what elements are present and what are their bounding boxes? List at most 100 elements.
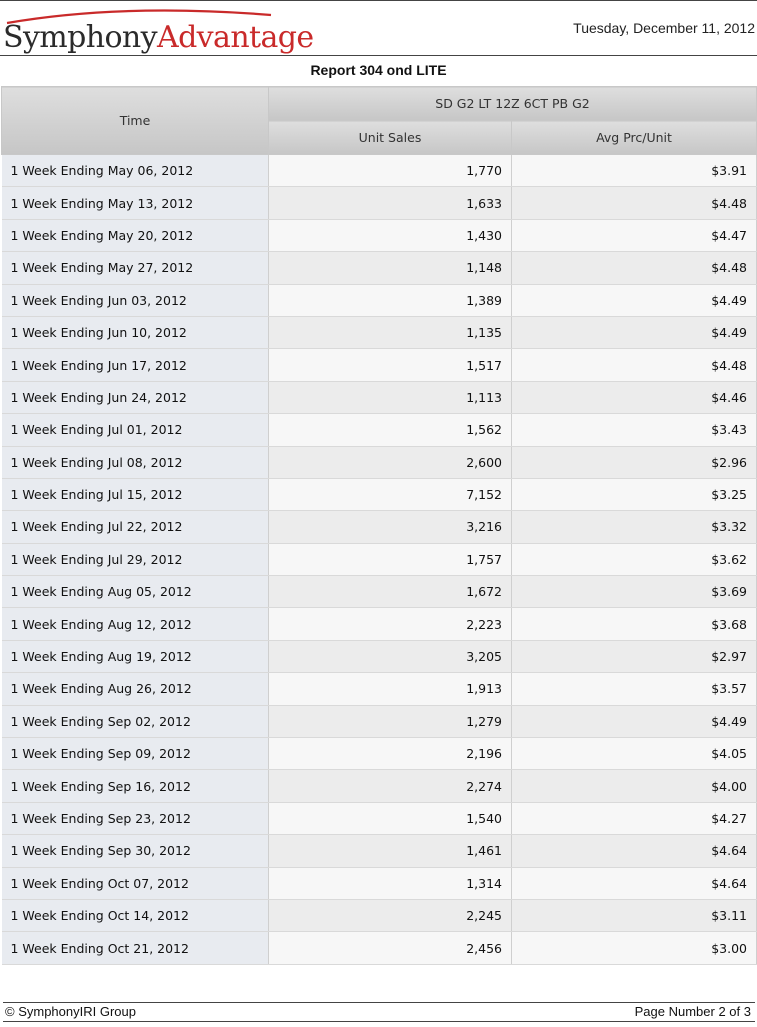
avg-price-cell: $4.48 (511, 186, 757, 220)
table-row: 1 Week Ending Oct 14, 2012 2,245 $3.11 (1, 898, 757, 933)
unit-sales-cell: 2,245 (268, 898, 512, 933)
time-cell: 1 Week Ending Aug 12, 2012 (1, 607, 269, 641)
avg-price-cell: $4.49 (511, 704, 757, 739)
time-cell: 1 Week Ending Aug 26, 2012 (1, 672, 269, 706)
avg-price-cell: $4.05 (511, 737, 757, 771)
avg-price-cell: $3.25 (511, 477, 757, 512)
unit-sales-cell: 1,913 (268, 672, 512, 706)
avg-price-cell: $4.46 (511, 380, 757, 415)
unit-sales-cell: 7,152 (268, 477, 512, 512)
unit-sales-header: Unit Sales (268, 120, 512, 155)
table-row: 1 Week Ending Sep 23, 2012 1,540 $4.27 (1, 801, 757, 836)
unit-sales-cell: 2,456 (268, 931, 512, 965)
time-cell: 1 Week Ending Jun 17, 2012 (1, 348, 269, 382)
time-cell: 1 Week Ending Jun 03, 2012 (1, 283, 269, 317)
time-cell: 1 Week Ending Sep 09, 2012 (1, 737, 269, 771)
time-cell: 1 Week Ending Sep 02, 2012 (1, 704, 269, 739)
time-cell: 1 Week Ending May 06, 2012 (1, 153, 269, 188)
avg-price-cell: $3.32 (511, 510, 757, 544)
avg-price-cell: $4.48 (511, 251, 757, 285)
table-row: 1 Week Ending Jun 17, 2012 1,517 $4.48 (1, 348, 757, 382)
table-row: 1 Week Ending Jul 29, 2012 1,757 $3.62 (1, 542, 757, 577)
unit-sales-cell: 2,196 (268, 737, 512, 771)
product-header: SD G2 LT 12Z 6CT PB G2 (268, 86, 757, 121)
avg-price-cell: $4.49 (511, 315, 757, 350)
time-cell: 1 Week Ending Aug 05, 2012 (1, 575, 269, 609)
avg-price-cell: $3.62 (511, 542, 757, 577)
avg-price-cell: $2.97 (511, 639, 757, 674)
table-row: 1 Week Ending May 20, 2012 1,430 $4.47 (1, 218, 757, 253)
report-footer: © SymphonyIRI Group Page Number 2 of 3 (3, 1002, 755, 1022)
time-cell: 1 Week Ending May 20, 2012 (1, 218, 269, 253)
table-row: 1 Week Ending May 27, 2012 1,148 $4.48 (1, 251, 757, 285)
table-row: 1 Week Ending Jul 22, 2012 3,216 $3.32 (1, 510, 757, 544)
unit-sales-cell: 1,389 (268, 283, 512, 317)
report-title: Report 304 ond LITE (310, 62, 447, 78)
avg-price-cell: $4.27 (511, 801, 757, 836)
page-number: Page Number 2 of 3 (634, 1004, 751, 1019)
time-cell: 1 Week Ending Sep 16, 2012 (1, 769, 269, 803)
unit-sales-cell: 3,216 (268, 510, 512, 544)
table-row: 1 Week Ending Aug 05, 2012 1,672 $3.69 (1, 575, 757, 609)
table-row: 1 Week Ending Oct 07, 2012 1,314 $4.64 (1, 866, 757, 900)
unit-sales-cell: 1,314 (268, 866, 512, 900)
table-row: 1 Week Ending Jul 08, 2012 2,600 $2.96 (1, 445, 757, 479)
avg-price-header: Avg Prc/Unit (511, 120, 757, 155)
report-header: SymphonyAdvantage Tuesday, December 11, … (0, 0, 757, 56)
table-row: 1 Week Ending Oct 21, 2012 2,456 $3.00 (1, 931, 757, 965)
avg-price-cell: $3.43 (511, 413, 757, 447)
time-cell: 1 Week Ending Oct 07, 2012 (1, 866, 269, 900)
time-cell: 1 Week Ending Sep 30, 2012 (1, 834, 269, 868)
avg-price-cell: $4.49 (511, 283, 757, 317)
avg-price-cell: $4.00 (511, 769, 757, 803)
logo-text-advantage: Advantage (157, 20, 314, 55)
logo-text-symphony: Symphony (3, 20, 158, 55)
table-row: 1 Week Ending Sep 30, 2012 1,461 $4.64 (1, 834, 757, 868)
table-row: 1 Week Ending Sep 16, 2012 2,274 $4.00 (1, 769, 757, 803)
table-row: 1 Week Ending Jun 10, 2012 1,135 $4.49 (1, 315, 757, 350)
unit-sales-cell: 1,135 (268, 315, 512, 350)
table-row: 1 Week Ending Aug 19, 2012 3,205 $2.97 (1, 639, 757, 674)
avg-price-cell: $3.69 (511, 575, 757, 609)
time-cell: 1 Week Ending Oct 14, 2012 (1, 898, 269, 933)
time-cell: 1 Week Ending May 27, 2012 (1, 251, 269, 285)
avg-price-cell: $4.48 (511, 348, 757, 382)
time-cell: 1 Week Ending Oct 21, 2012 (1, 931, 269, 965)
unit-sales-cell: 1,113 (268, 380, 512, 415)
unit-sales-cell: 2,274 (268, 769, 512, 803)
table-row: 1 Week Ending Aug 12, 2012 2,223 $3.68 (1, 607, 757, 641)
avg-price-cell: $4.64 (511, 866, 757, 900)
copyright-text: © SymphonyIRI Group (5, 1004, 136, 1019)
avg-price-cell: $3.57 (511, 672, 757, 706)
report-date: Tuesday, December 11, 2012 (573, 20, 755, 36)
unit-sales-cell: 1,279 (268, 704, 512, 739)
logo-text: SymphonyAdvantage (3, 21, 314, 55)
unit-sales-cell: 3,205 (268, 639, 512, 674)
time-cell: 1 Week Ending May 13, 2012 (1, 186, 269, 220)
time-cell: 1 Week Ending Sep 23, 2012 (1, 801, 269, 836)
avg-price-cell: $3.00 (511, 931, 757, 965)
table-row: 1 Week Ending Sep 02, 2012 1,279 $4.49 (1, 704, 757, 739)
avg-price-cell: $3.91 (511, 153, 757, 188)
unit-sales-cell: 1,757 (268, 542, 512, 577)
unit-sales-cell: 2,223 (268, 607, 512, 641)
table-row: 1 Week Ending May 06, 2012 1,770 $3.91 (1, 153, 757, 188)
unit-sales-cell: 1,517 (268, 348, 512, 382)
avg-price-cell: $2.96 (511, 445, 757, 479)
avg-price-cell: $4.47 (511, 218, 757, 253)
time-cell: 1 Week Ending Jul 22, 2012 (1, 510, 269, 544)
unit-sales-cell: 1,562 (268, 413, 512, 447)
time-cell: 1 Week Ending Aug 19, 2012 (1, 639, 269, 674)
avg-price-cell: $4.64 (511, 834, 757, 868)
time-cell: 1 Week Ending Jul 29, 2012 (1, 542, 269, 577)
avg-price-cell: $3.68 (511, 607, 757, 641)
table-row: 1 Week Ending Jul 01, 2012 1,562 $3.43 (1, 413, 757, 447)
unit-sales-cell: 2,600 (268, 445, 512, 479)
symphony-advantage-logo: SymphonyAdvantage (3, 7, 314, 57)
unit-sales-cell: 1,430 (268, 218, 512, 253)
time-cell: 1 Week Ending Jul 08, 2012 (1, 445, 269, 479)
table-row: 1 Week Ending Sep 09, 2012 2,196 $4.05 (1, 737, 757, 771)
table-row: 1 Week Ending May 13, 2012 1,633 $4.48 (1, 186, 757, 220)
time-cell: 1 Week Ending Jun 24, 2012 (1, 380, 269, 415)
sales-table: Time SD G2 LT 12Z 6CT PB G2 Unit Sales A… (1, 86, 757, 965)
